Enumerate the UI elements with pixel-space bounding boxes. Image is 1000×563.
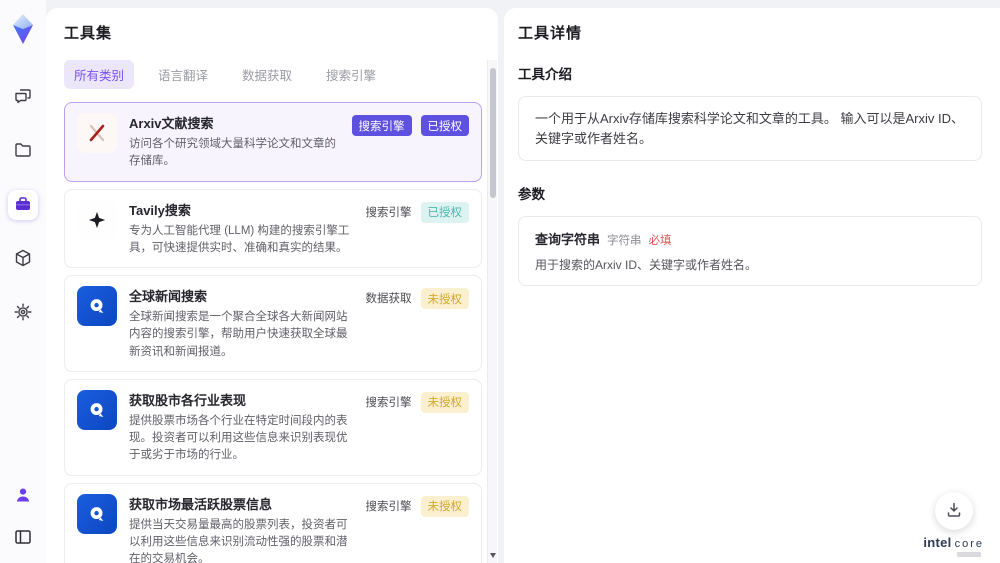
tool-name: 获取股市各行业表现 (129, 392, 247, 408)
intro-heading: 工具介绍 (518, 67, 572, 82)
app-logo-icon (8, 12, 38, 46)
tool-card[interactable]: Arxiv文献搜索访问各个研究领域大量科学论文和文章的存储库。 搜索引擎 已授权 (64, 102, 482, 182)
news-icon (77, 286, 117, 326)
tool-card[interactable]: 获取股市各行业表现提供股票市场各个行业在特定时间段内的表现。投资者可以利用这些信… (64, 378, 482, 476)
auth-status-badge: 未授权 (420, 495, 469, 517)
sidebar (0, 0, 46, 563)
sidebar-item-toolbox[interactable] (8, 190, 38, 220)
param-type: 字符串 (607, 235, 642, 247)
param-row: 查询字符串 字符串 必填用于搜索的Arxiv ID、关键字或作者姓名。 (535, 229, 965, 273)
detail-title: 工具详情 (518, 25, 583, 42)
tab-category-1[interactable]: 语言翻译 (148, 60, 218, 89)
tool-description: 提供股票市场各个行业在特定时间段内的表现。投资者可以利用这些信息来识别表现优于或… (129, 414, 348, 462)
params-box: 查询字符串 字符串 必填用于搜索的Arxiv ID、关键字或作者姓名。 (518, 216, 982, 286)
params-heading: 参数 (518, 187, 545, 202)
category-tabs: 所有类别 语言翻译 数据获取 搜索引擎 (64, 60, 482, 89)
list-scrollbar[interactable] (487, 60, 497, 563)
intel-core-logo: intel core (923, 535, 984, 550)
tab-category-2[interactable]: 数据获取 (232, 60, 302, 89)
tool-description: 访问各个研究领域大量科学论文和文章的存储库。 (129, 138, 336, 168)
sidebar-nav (8, 82, 38, 328)
tavily-icon (77, 199, 117, 240)
sidebar-bottom (8, 481, 38, 553)
panel-toggle-icon (13, 527, 33, 550)
tools-list: Arxiv文献搜索 访问各个研究领域大量科学论文和文章的存储库。 搜索引擎 已授权 Ta… (64, 102, 482, 563)
sidebar-item-models[interactable] (8, 244, 38, 274)
cube-icon (13, 248, 33, 271)
page-title: 工具集 (64, 25, 113, 42)
briefcase-icon (13, 194, 33, 217)
arxiv-icon (77, 113, 117, 153)
tool-name: Arxiv文献搜索 (129, 116, 214, 131)
tool-name: Tavily搜索 (129, 202, 191, 218)
floating-corner-widgets: intel core (923, 492, 984, 557)
auth-status-badge: 未授权 (420, 391, 469, 413)
auth-status-badge: 未授权 (420, 288, 469, 309)
intel-ultra-bar (956, 552, 981, 557)
scrollbar-down-arrow-icon[interactable] (490, 553, 496, 558)
category-badge: 搜索引擎 (365, 500, 412, 513)
tool-card[interactable]: Tavily搜索专为人工智能代理 (LLM) 构建的搜索引擎工具，可快速提供实时… (64, 188, 482, 268)
sidebar-item-chat[interactable] (8, 82, 38, 112)
category-badge: 搜索引擎 (365, 206, 412, 219)
param-required-flag: 必填 (648, 235, 672, 247)
user-avatar[interactable] (8, 481, 38, 511)
category-badge: 搜索引擎 (351, 115, 412, 136)
folder-icon (13, 140, 33, 163)
download-button[interactable] (934, 492, 973, 530)
tab-category-0[interactable]: 所有类别 (64, 60, 135, 89)
tool-description: 专为人工智能代理 (LLM) 构建的搜索引擎工具，可快速提供实时、准确和真实的结… (129, 224, 350, 254)
tool-description: 提供当天交易量最高的股票列表，投资者可以利用这些信息来识别流动性强的股票和潜在的… (129, 518, 348, 563)
auth-status-badge: 已授权 (420, 115, 469, 136)
gear-icon (13, 302, 33, 325)
tool-intro-text: 一个用于从Arxiv存储库搜索科学论文和文章的工具。 输入可以是Arxiv ID… (535, 111, 965, 146)
tools-list-panel: 工具集 所有类别 语言翻译 数据获取 搜索引擎 Arxiv文献搜索 访问各个研究领域大量… (46, 8, 498, 563)
main-content: 工具集 所有类别 语言翻译 数据获取 搜索引擎 Arxiv文献搜索 访问各个研究领域大量… (46, 0, 1000, 563)
news-icon (77, 389, 117, 430)
tab-category-3[interactable]: 搜索引擎 (316, 60, 386, 89)
chat-icon (13, 86, 33, 109)
user-icon (13, 485, 33, 508)
param-name: 查询字符串 (535, 232, 601, 247)
category-badge: 数据获取 (365, 293, 412, 305)
tool-name: 全球新闻搜索 (129, 289, 208, 304)
param-description: 用于搜索的Arxiv ID、关键字或作者姓名。 (535, 258, 758, 272)
tool-description: 全球新闻搜索是一个聚合全球各大新闻网站内容的搜索引擎，帮助用户快速获取全球最新资… (129, 311, 348, 358)
tool-card[interactable]: 全球新闻搜索全球新闻搜索是一个聚合全球各大新闻网站内容的搜索引擎，帮助用户快速获… (64, 275, 482, 372)
panel-toggle-button[interactable] (8, 523, 38, 553)
download-icon (944, 500, 964, 523)
sidebar-item-files[interactable] (8, 136, 38, 166)
scrollbar-thumb[interactable] (489, 68, 496, 198)
sidebar-item-settings[interactable] (8, 298, 38, 328)
news-icon (77, 493, 117, 534)
tool-name: 获取市场最活跃股票信息 (129, 496, 273, 512)
category-badge: 搜索引擎 (365, 396, 412, 409)
tool-detail-panel: 工具详情 工具介绍 一个用于从Arxiv存储库搜索科学论文和文章的工具。 输入可… (504, 8, 1000, 563)
app-root: 工具集 所有类别 语言翻译 数据获取 搜索引擎 Arxiv文献搜索 访问各个研究领域大量… (0, 0, 1000, 563)
tool-card[interactable]: 获取市场最活跃股票信息提供当天交易量最高的股票列表，投资者可以利用这些信息来识别… (64, 482, 482, 563)
auth-status-badge: 已授权 (420, 201, 469, 223)
